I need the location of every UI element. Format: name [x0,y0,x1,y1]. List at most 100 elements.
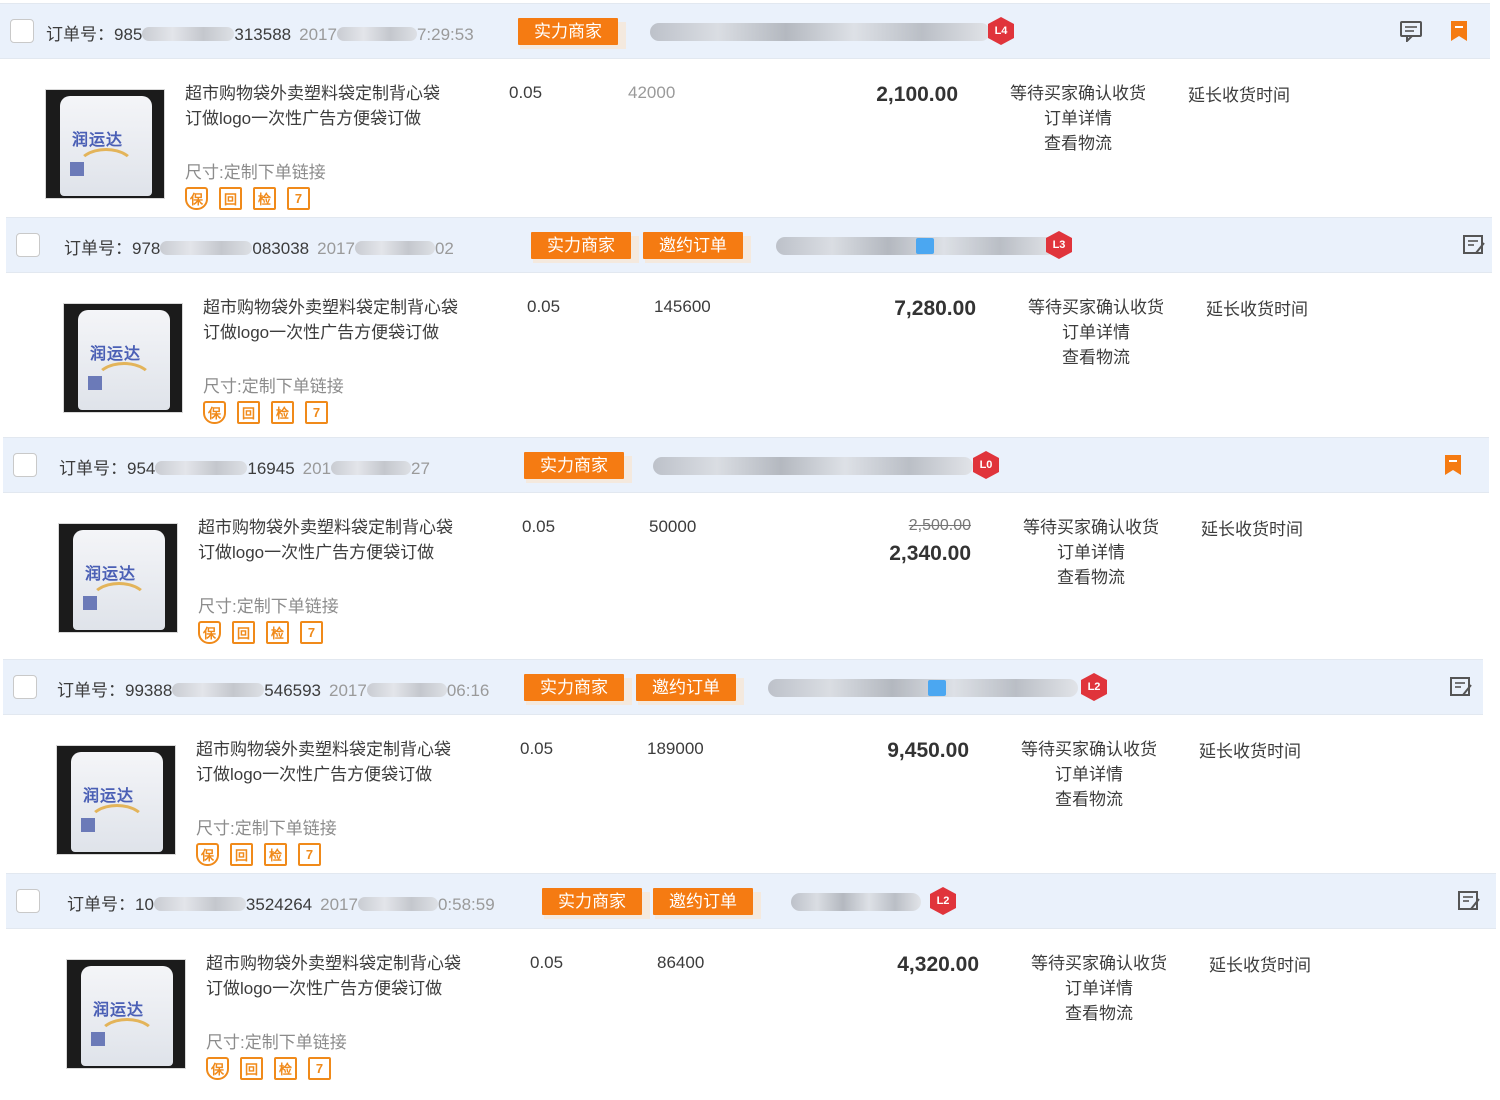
product-title-link[interactable]: 超市购物袋外卖塑料袋定制背心袋订做logo一次性广告方便袋订做 [206,951,474,1001]
product-sku: 尺寸:定制下单链接 [198,592,339,617]
seven-day-return-icon[interactable]: 7 [287,187,310,210]
order-number-prefix: 985 [114,25,143,44]
bag-arc [89,582,149,622]
bag-logo-text: 润运达 [72,132,124,149]
extend-receipt-link[interactable]: 延长收货时间 [1206,295,1308,320]
extend-receipt-link[interactable]: 延长收货时间 [1199,737,1301,762]
order-number-suffix: 3524264 [245,895,313,914]
product-title-link[interactable]: 超市购物袋外卖塑料袋定制背心袋订做logo一次性广告方便袋订做 [203,295,471,345]
guarantee-icon[interactable]: 保 [203,401,226,424]
order-detail-link[interactable]: 订单详情 [998,106,1158,131]
order-status: 等待买家确认收货 订单详情 查看物流 [1016,295,1176,370]
order-select-checkbox[interactable] [16,233,40,257]
order-number: 订单号：985 313588 2017 7:29:53 [46,20,474,45]
return-icon[interactable]: 回 [219,187,242,210]
order-detail-link[interactable]: 订单详情 [1009,762,1169,787]
order-status: 等待买家确认收货订单详情 查看物流 [1019,951,1179,1026]
order-number: 订单号：10 3524264 2017 0:58:59 [67,890,495,915]
return-icon[interactable]: 回 [232,621,255,644]
sku-label: 尺寸: [206,1033,245,1052]
bookmark-icon[interactable] [1440,453,1466,477]
extend-receipt-link[interactable]: 延长收货时间 [1201,515,1303,540]
view-logistics-link[interactable]: 查看物流 [1019,1001,1179,1026]
status-text: 等待买家确认收货 [1010,84,1146,103]
order-select-checkbox[interactable] [10,19,34,43]
inspection-icon[interactable]: 检 [274,1057,297,1080]
order-status: 等待买家确认收货订单详情 查看物流 [998,81,1158,156]
extend-receipt-link[interactable]: 延长收货时间 [1209,951,1311,976]
order-select-checkbox[interactable] [16,889,40,913]
extend-receipt-link[interactable]: 延长收货时间 [1188,81,1290,106]
view-logistics-link[interactable]: 查看物流 [1016,345,1176,370]
product-title-link[interactable]: 超市购物袋外卖塑料袋定制背心袋订做logo一次性广告方便袋订做 [198,515,466,565]
redacted-text [357,897,438,911]
bookmark-icon[interactable] [1446,19,1472,43]
inspection-icon[interactable]: 检 [264,843,287,866]
seller-level-badge: L0 [973,451,999,479]
product-image[interactable]: 润运达 [58,523,178,633]
view-logistics-link[interactable]: 查看物流 [1011,565,1171,590]
service-icons: 保回检7 [185,187,310,210]
status-text: 等待买家确认收货 [1031,954,1167,973]
view-logistics-link[interactable]: 查看物流 [998,131,1158,156]
seven-day-return-icon[interactable]: 7 [308,1057,331,1080]
order-select-checkbox[interactable] [13,675,37,699]
guarantee-icon[interactable]: 保 [206,1057,229,1080]
seller-name-redacted [791,893,921,911]
product-sku: 尺寸:定制下单链接 [185,158,326,183]
unit-price: 0.05 [527,297,561,316]
order-total: 9,450.00 [887,739,969,762]
status-text: 等待买家确认收货 [1021,740,1157,759]
product-image[interactable]: 润运达 [63,303,183,413]
redacted-text [354,241,435,255]
view-logistics-link[interactable]: 查看物流 [1009,787,1169,812]
order-time-prefix: 2017 [317,239,355,258]
order-detail-link[interactable]: 订单详情 [1011,540,1171,565]
order-header: 订单号：954 16945 201 27 实力商家 L0 [3,437,1489,493]
note-icon[interactable] [1456,889,1482,913]
return-icon[interactable]: 回 [237,401,260,424]
message-icon[interactable] [1398,19,1424,43]
note-icon[interactable] [1448,675,1474,699]
product-title-link[interactable]: 超市购物袋外卖塑料袋定制背心袋订做logo一次性广告方便袋订做 [185,81,453,131]
seller-name-redacted [650,23,990,41]
quantity: 50000 [649,517,697,536]
order-number-suffix: 546593 [264,681,322,700]
sku-value: 定制下单链接 [241,377,344,396]
order-number: 订单号：978 083038 2017 02 [64,234,454,259]
order-number-label: 订单号： [64,239,132,258]
seller-level-badge: L3 [1046,231,1072,259]
order-detail-link[interactable]: 订单详情 [1019,976,1179,1001]
note-icon[interactable] [1461,233,1487,257]
return-icon[interactable]: 回 [240,1057,263,1080]
order-time: 2017 06:16 [329,681,489,700]
bag-qr [83,596,97,610]
inspection-icon[interactable]: 检 [266,621,289,644]
return-icon[interactable]: 回 [230,843,253,866]
guarantee-icon[interactable]: 保 [198,621,221,644]
seller-wangwang-icon [916,238,934,254]
inspection-icon[interactable]: 检 [271,401,294,424]
quantity: 42000 [628,83,676,102]
guarantee-icon[interactable]: 保 [185,187,208,210]
seven-day-return-icon[interactable]: 7 [298,843,321,866]
order-detail-link[interactable]: 订单详情 [1016,320,1176,345]
product-image[interactable]: 润运达 [66,959,186,1069]
sku-label: 尺寸: [185,163,224,182]
product-image[interactable]: 润运达 [45,89,165,199]
seven-day-return-icon[interactable]: 7 [305,401,328,424]
seller-level-badge: L2 [1081,673,1107,701]
sku-value: 定制下单链接 [244,1033,347,1052]
sku-label: 尺寸: [196,819,235,838]
order-total: 2,100.00 [876,83,958,106]
inspection-icon[interactable]: 检 [253,187,276,210]
order-select-checkbox[interactable] [13,453,37,477]
order-number-prefix: 10 [135,895,154,914]
product-image[interactable]: 润运达 [56,745,176,855]
order-header: 订单号：978 083038 2017 02 实力商家 邀约订单 L3 [6,217,1492,273]
order-time-suffix: 06:16 [446,681,490,700]
guarantee-icon[interactable]: 保 [196,843,219,866]
product-title-link[interactable]: 超市购物袋外卖塑料袋定制背心袋订做logo一次性广告方便袋订做 [196,737,464,787]
seven-day-return-icon[interactable]: 7 [300,621,323,644]
quantity: 86400 [657,953,705,972]
